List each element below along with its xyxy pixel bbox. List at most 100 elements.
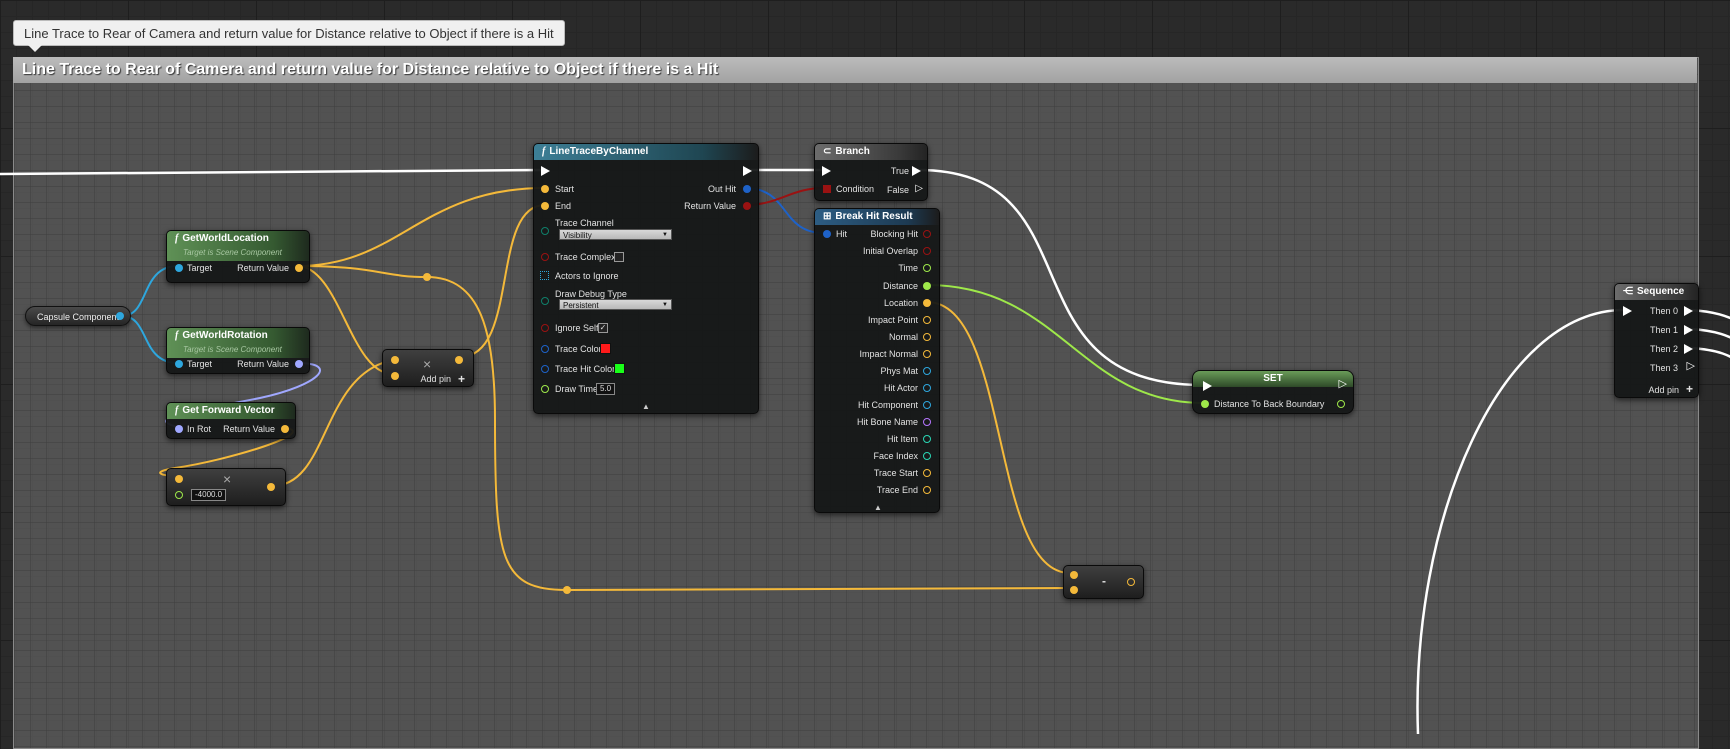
then-3-pin[interactable]: ▷ — [1687, 361, 1695, 372]
in-rot-pin[interactable] — [175, 425, 183, 433]
exec-in-pin[interactable] — [1203, 381, 1212, 391]
capsule-component-node[interactable]: Capsule Component — [25, 306, 131, 326]
set-output-pin[interactable] — [1337, 400, 1345, 408]
trace-complex-pin[interactable] — [541, 253, 549, 261]
trace-color-swatch[interactable] — [600, 343, 611, 354]
start-pin[interactable] — [541, 185, 549, 193]
true-exec-pin[interactable] — [912, 166, 921, 176]
target-pin[interactable] — [175, 264, 183, 272]
add-a-pin[interactable] — [391, 356, 399, 364]
target-pin[interactable] — [175, 360, 183, 368]
add-result-pin[interactable] — [455, 356, 463, 364]
capsule-component-pin[interactable] — [116, 312, 124, 320]
blocking-hit-pin[interactable] — [923, 230, 931, 238]
hit-component-pin[interactable] — [923, 401, 931, 409]
get-world-rotation-node[interactable]: f GetWorldRotation Target is Scene Compon… — [166, 327, 310, 374]
return-value-pin[interactable] — [295, 264, 303, 272]
plus-icon[interactable]: + — [1686, 382, 1693, 396]
comment-title[interactable]: Line Trace to Rear of Camera and return … — [13, 57, 1697, 83]
trace-channel-pin[interactable] — [541, 227, 549, 235]
function-icon: f — [175, 233, 179, 244]
face-index-pin[interactable] — [923, 452, 931, 460]
draw-time-pin[interactable] — [541, 385, 549, 393]
then-1-pin[interactable] — [1684, 325, 1693, 335]
actors-to-ignore-pin[interactable] — [540, 271, 549, 280]
return-value-pin[interactable] — [295, 360, 303, 368]
normal-label: Normal — [888, 332, 918, 342]
node-title: Get Forward Vector — [182, 405, 275, 416]
multiply-b-pin[interactable] — [175, 491, 183, 499]
trace-hit-color-pin[interactable] — [541, 365, 549, 373]
impact-normal-pin[interactable] — [923, 350, 931, 358]
return-value-pin[interactable] — [743, 202, 751, 210]
trace-end-pin[interactable] — [923, 486, 931, 494]
draw-time-label: Draw Time — [555, 384, 599, 394]
end-pin[interactable] — [541, 202, 549, 210]
multiply-value-field[interactable]: -4000.0 — [191, 489, 227, 501]
impact-point-label: Impact Point — [867, 315, 918, 325]
reroute-knot-1[interactable] — [423, 273, 431, 281]
exec-in-pin[interactable] — [541, 166, 550, 176]
exec-in-pin[interactable] — [822, 166, 831, 176]
set-distance-node[interactable]: SET ▷ Distance To Back Boundary — [1192, 370, 1354, 414]
draw-debug-type-dropdown[interactable]: Persistent — [559, 299, 672, 311]
subtract-node[interactable]: - — [1063, 565, 1144, 599]
location-pin[interactable] — [923, 299, 931, 307]
add-node[interactable]: × Add pin + — [382, 349, 474, 387]
end-label: End — [555, 201, 572, 211]
add-b-pin[interactable] — [391, 372, 399, 380]
expand-arrow-icon[interactable]: ▲ — [874, 503, 882, 512]
expand-arrow-icon[interactable]: ▲ — [642, 402, 650, 411]
subtract-b-pin[interactable] — [1070, 586, 1078, 594]
hit-bone-name-pin[interactable] — [923, 418, 931, 426]
add-pin-button[interactable]: Add pin — [1648, 385, 1679, 395]
multiply-a-pin[interactable] — [175, 475, 183, 483]
subtract-result-pin[interactable] — [1127, 578, 1135, 586]
get-world-location-node[interactable]: f GetWorldLocation Target is Scene Compon… — [166, 230, 310, 283]
multiply-result-pin[interactable] — [267, 483, 275, 491]
return-value-label: Return Value — [684, 201, 736, 211]
location-label: Location — [883, 298, 918, 308]
sequence-node[interactable]: ⋲ Sequence Then 0 Then 1 Then 2 Then 3 ▷ … — [1614, 283, 1699, 398]
trace-start-pin[interactable] — [923, 469, 931, 477]
line-trace-by-channel-node[interactable]: f LineTraceByChannel Start Out Hit End Re… — [533, 143, 759, 414]
trace-channel-dropdown[interactable]: Visibility — [559, 229, 672, 241]
hit-pin[interactable] — [823, 230, 831, 238]
ignore-self-pin[interactable] — [541, 324, 549, 332]
break-hit-result-node[interactable]: ⊞ Break Hit Result Hit Blocking Hit Initi… — [814, 208, 940, 513]
draw-debug-type-pin[interactable] — [541, 297, 549, 305]
exec-in-pin[interactable] — [1623, 306, 1632, 316]
branch-node[interactable]: ⊂ Branch True Condition False ▷ — [814, 143, 928, 201]
return-value-pin[interactable] — [281, 425, 289, 433]
add-pin-button[interactable]: Add pin — [420, 374, 451, 384]
trace-complex-checkbox[interactable] — [614, 252, 624, 262]
then-2-pin[interactable] — [1684, 344, 1693, 354]
initial-overlap-pin[interactable] — [923, 247, 931, 255]
ignore-self-checkbox[interactable]: ✓ — [598, 323, 608, 333]
hit-actor-pin[interactable] — [923, 384, 931, 392]
hit-item-pin[interactable] — [923, 435, 931, 443]
phys-mat-pin[interactable] — [923, 367, 931, 375]
reroute-knot-2[interactable] — [563, 586, 571, 594]
condition-pin[interactable] — [823, 185, 831, 193]
subtract-a-pin[interactable] — [1070, 571, 1078, 579]
exec-out-pin[interactable] — [743, 166, 752, 176]
impact-point-pin[interactable] — [923, 316, 931, 324]
plus-icon[interactable]: + — [458, 372, 465, 386]
comment-bubble[interactable]: Line Trace to Rear of Camera and return … — [13, 20, 565, 52]
multiply-node[interactable]: -4000.0 × — [166, 468, 286, 506]
false-exec-pin[interactable]: ▷ — [915, 184, 923, 194]
time-pin[interactable] — [923, 264, 931, 272]
normal-pin[interactable] — [923, 333, 931, 341]
distance-to-back-boundary-pin[interactable] — [1201, 400, 1209, 408]
then-0-pin[interactable] — [1684, 306, 1693, 316]
out-hit-pin[interactable] — [743, 185, 751, 193]
draw-time-field[interactable]: 5.0 — [596, 383, 616, 395]
distance-pin[interactable] — [923, 282, 931, 290]
trace-color-pin[interactable] — [541, 345, 549, 353]
exec-out-pin[interactable]: ▷ — [1339, 379, 1347, 390]
then-1-label: Then 1 — [1649, 325, 1678, 335]
node-title: LineTraceByChannel — [549, 146, 649, 157]
trace-hit-color-swatch[interactable] — [614, 363, 625, 374]
get-forward-vector-node[interactable]: f Get Forward Vector In Rot Return Value — [166, 402, 296, 439]
